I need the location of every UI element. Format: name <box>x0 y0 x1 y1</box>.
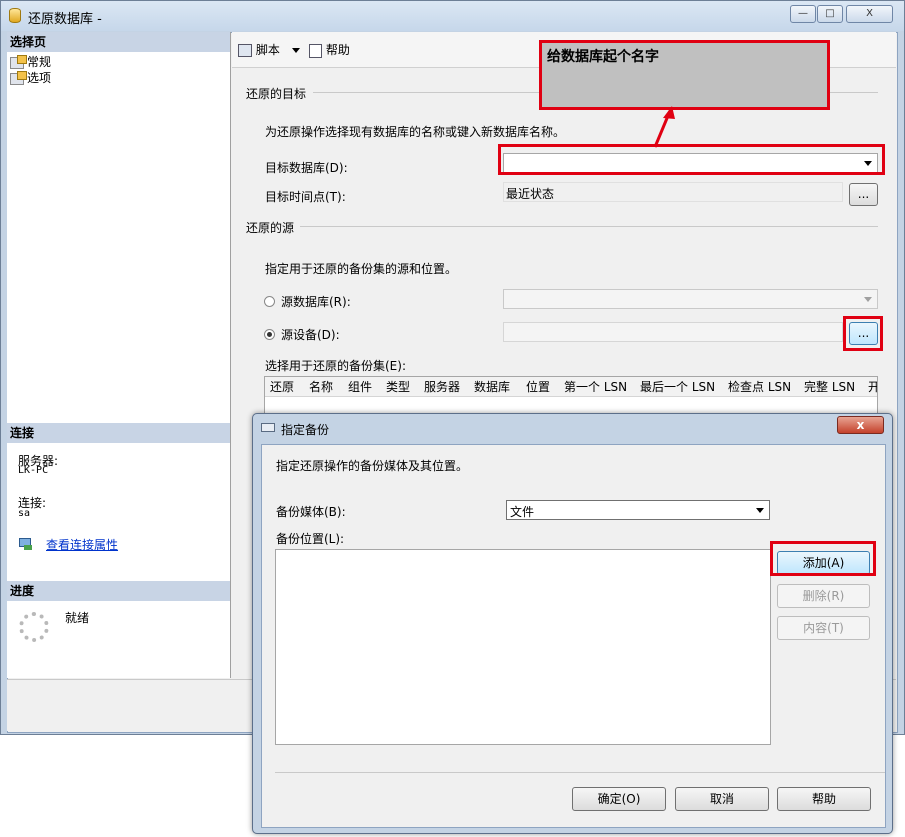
chevron-down-icon <box>864 297 872 302</box>
dialog-close-button[interactable]: x <box>837 416 884 434</box>
script-icon <box>238 44 252 57</box>
column-header[interactable]: 服务器 <box>424 377 460 397</box>
column-header[interactable]: 类型 <box>386 377 410 397</box>
progress-spinner-icon <box>19 612 49 642</box>
script-button[interactable]: 脚本 <box>238 41 300 59</box>
nav-item-label: 常规 <box>27 55 52 69</box>
view-connection-properties-link[interactable]: 查看连接属性 <box>46 536 118 553</box>
restore-source-description: 指定用于还原的备份集的源和位置。 <box>265 262 458 276</box>
dialog-title-bar[interactable]: 指定备份 x <box>253 414 892 442</box>
cancel-button[interactable]: 取消 <box>675 787 769 811</box>
page-icon <box>10 70 27 85</box>
server-value: LK-PC <box>18 465 49 476</box>
target-time-value: 最近状态 <box>506 187 555 201</box>
connection-value: sa <box>18 508 31 519</box>
grid-header: 还原 名称 组件 类型 服务器 数据库 位置 第一个 LSN 最后一个 LSN … <box>265 377 877 397</box>
close-button[interactable]: X <box>846 5 893 23</box>
dialog-icon <box>261 423 275 432</box>
help-label: 帮助 <box>325 43 350 57</box>
column-header[interactable]: 还原 <box>270 377 294 397</box>
target-time-field: 最近状态 <box>503 182 843 202</box>
chevron-down-icon[interactable] <box>291 48 300 53</box>
connection-header: 连接 <box>7 423 230 443</box>
nav-item-label: 选项 <box>27 71 52 85</box>
title-bar[interactable]: 还原数据库 - — □ X <box>1 1 904 31</box>
backup-location-list[interactable] <box>275 549 771 745</box>
nav-item-options[interactable]: 选项 <box>10 70 51 86</box>
target-database-label: 目标数据库(D): <box>265 161 348 175</box>
progress-header: 进度 <box>7 581 230 601</box>
target-time-label: 目标时间点(T): <box>265 190 346 204</box>
remove-button[interactable]: 删除(R) <box>777 584 870 608</box>
window-title: 还原数据库 - <box>28 12 102 27</box>
column-header[interactable]: 名称 <box>309 377 333 397</box>
backup-set-label: 选择用于还原的备份集(E): <box>265 359 406 373</box>
source-database-dropdown[interactable] <box>503 289 878 309</box>
progress-status: 就绪 <box>65 611 90 625</box>
highlight-browse-button <box>843 316 883 351</box>
highlight-add-button <box>770 541 876 576</box>
column-header[interactable]: 开 <box>868 377 877 397</box>
target-time-browse-button[interactable]: ... <box>849 183 878 206</box>
backup-location-label: 备份位置(L): <box>276 532 345 546</box>
backup-media-label: 备份媒体(B): <box>276 505 346 519</box>
contents-button[interactable]: 内容(T) <box>777 616 870 640</box>
ok-button[interactable]: 确定(O) <box>572 787 666 811</box>
column-header[interactable]: 组件 <box>348 377 372 397</box>
source-database-label: 源数据库(R): <box>281 295 351 309</box>
help-icon <box>309 43 322 58</box>
column-header[interactable]: 完整 LSN <box>804 377 855 397</box>
annotation-text: 给数据库起个名字 <box>547 49 659 65</box>
divider <box>300 226 878 227</box>
column-header[interactable]: 最后一个 LSN <box>640 377 715 397</box>
annotation-callout: 给数据库起个名字 <box>539 40 830 110</box>
source-device-radio[interactable] <box>264 329 275 340</box>
column-header[interactable]: 第一个 LSN <box>564 377 627 397</box>
column-header[interactable]: 检查点 LSN <box>728 377 791 397</box>
backup-media-dropdown[interactable]: 文件 <box>506 500 770 520</box>
column-header[interactable]: 位置 <box>526 377 550 397</box>
dialog-description: 指定还原操作的备份媒体及其位置。 <box>276 459 469 473</box>
help-button[interactable]: 帮助 <box>777 787 871 811</box>
minimize-button[interactable]: — <box>790 5 816 23</box>
connection-properties-icon <box>18 537 34 551</box>
annotation-arrow-icon <box>653 106 675 148</box>
script-label: 脚本 <box>255 43 280 57</box>
nav-item-general[interactable]: 常规 <box>10 54 51 70</box>
divider <box>275 772 885 773</box>
database-icon <box>9 8 21 23</box>
maximize-button[interactable]: □ <box>817 5 843 23</box>
source-device-field <box>503 322 843 342</box>
page-icon <box>10 54 27 69</box>
chevron-down-icon <box>756 508 764 513</box>
highlight-target-database <box>498 144 885 175</box>
source-database-radio[interactable] <box>264 296 275 307</box>
restore-target-description: 为还原操作选择现有数据库的名称或键入新数据库名称。 <box>265 125 566 139</box>
backup-media-value: 文件 <box>510 505 535 519</box>
source-device-label: 源设备(D): <box>281 328 340 342</box>
select-page-header: 选择页 <box>7 32 230 52</box>
help-toolbar-button[interactable]: 帮助 <box>309 41 350 59</box>
dialog-title: 指定备份 <box>281 423 330 437</box>
section-title-restore-target: 还原的目标 <box>246 87 307 101</box>
section-title-restore-source: 还原的源 <box>246 221 295 235</box>
column-header[interactable]: 数据库 <box>474 377 510 397</box>
